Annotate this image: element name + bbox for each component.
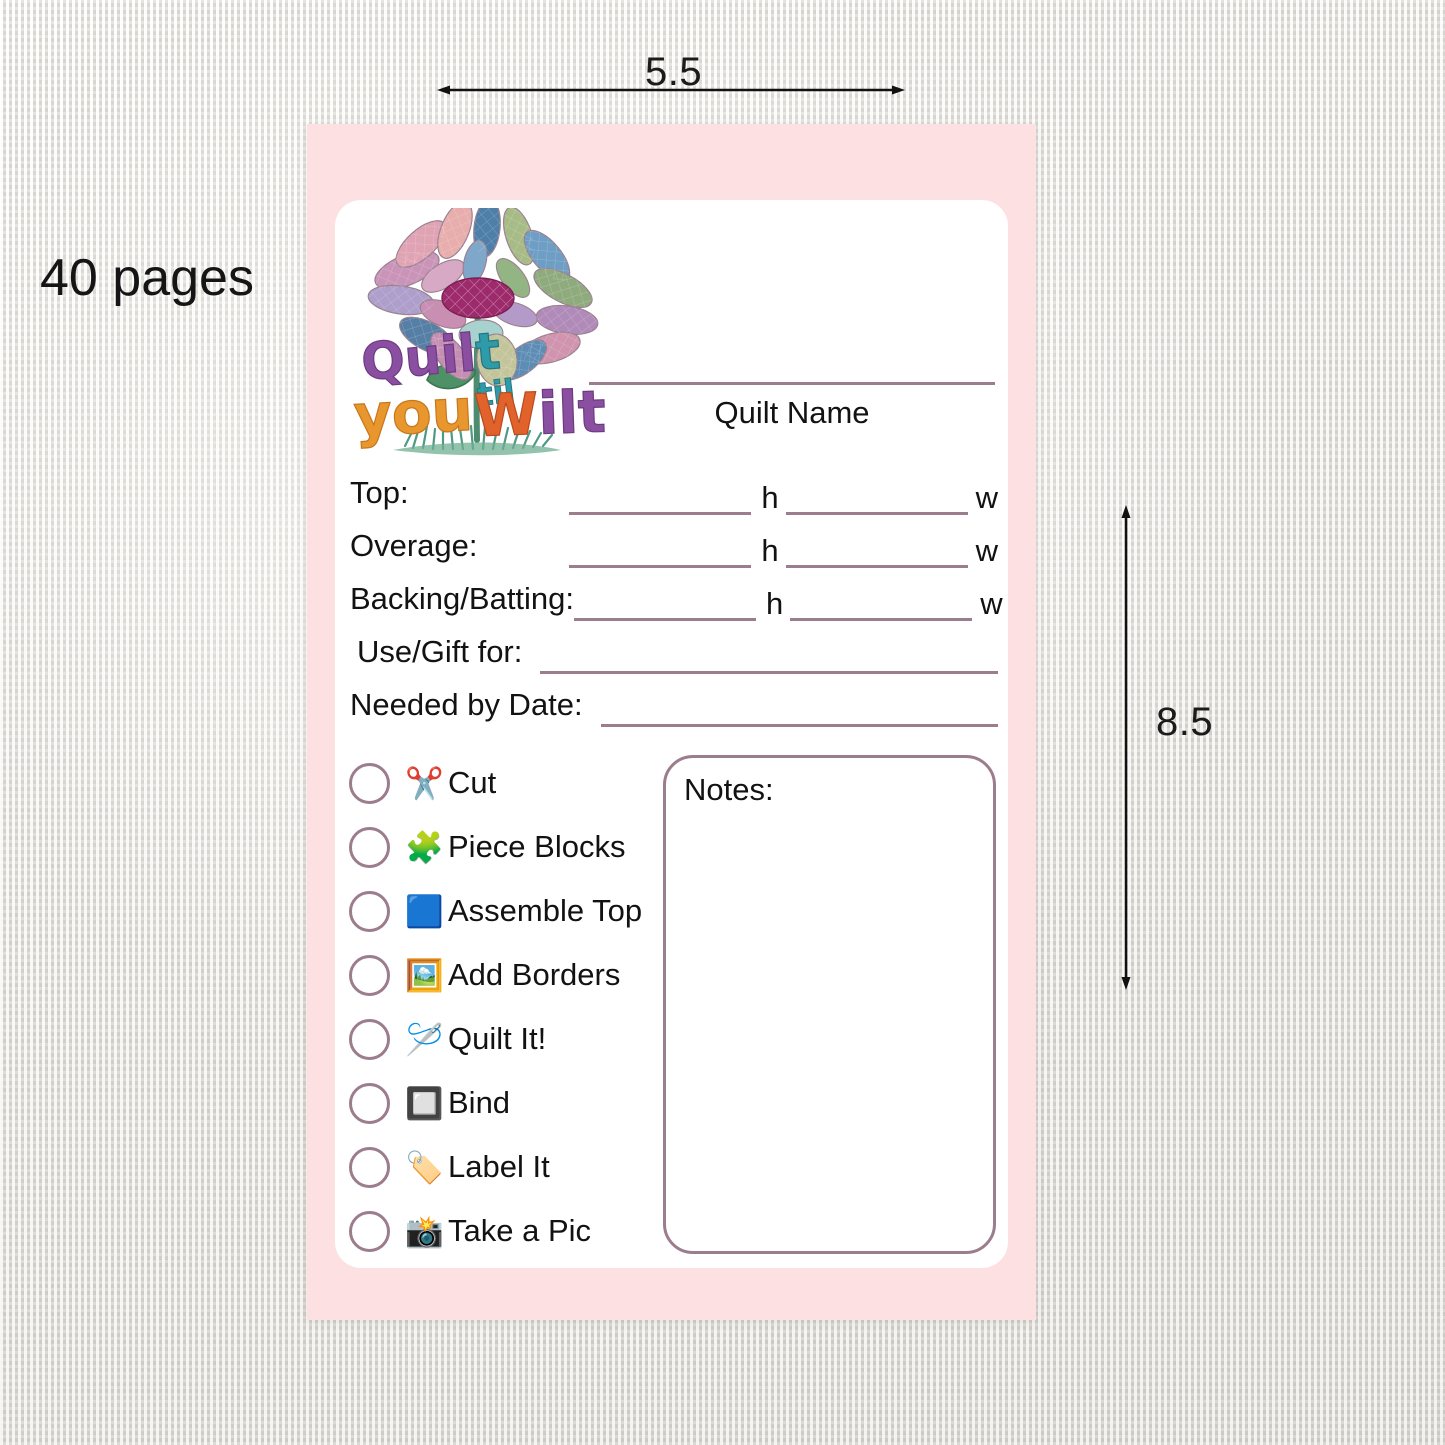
page-count-label: 40 pages	[40, 249, 254, 307]
card-header: Quilt til you Wilt Quilt Name	[335, 200, 1008, 470]
scissors-icon: ✂️	[405, 765, 444, 801]
quilt-planner-card: Quilt til you Wilt Quilt Name Top: h w O…	[307, 124, 1036, 1320]
measurements-form: Top: h w Overage: h w Backing/Batting: h…	[335, 462, 1008, 727]
checklist-item-add-borders[interactable]: 🖼️ Add Borders	[349, 943, 651, 1007]
checklist-label-add-borders: Add Borders	[448, 957, 621, 992]
checklist-item-quilt-it[interactable]: 🪡 Quilt It!	[349, 1007, 651, 1071]
checklist-item-bind[interactable]: 🔲 Bind	[349, 1071, 651, 1135]
sewing-needle-icon: 🪡	[405, 1021, 444, 1057]
form-row-backing-batting: Backing/Batting: h w	[350, 568, 1003, 621]
checklist-and-notes-section: ✂️ Cut 🧩 Piece Blocks 🟦 Assemble Top 🖼️	[335, 745, 1008, 1268]
checklist-item-cut[interactable]: ✂️ Cut	[349, 751, 651, 815]
top-width-unit: w	[975, 480, 998, 515]
checklist-label-take-a-pic: Take a Pic	[448, 1213, 592, 1248]
use-gift-for-input-line[interactable]	[540, 644, 998, 674]
top-hw-fields: h w	[409, 482, 998, 515]
checklist-item-piece-blocks[interactable]: 🧩 Piece Blocks	[349, 815, 651, 879]
quilt-til-you-wilt-logo: Quilt til you Wilt	[347, 208, 615, 470]
overage-width-unit: w	[975, 533, 998, 568]
overage-width-input-line[interactable]	[785, 538, 968, 568]
checkbox-piece-blocks[interactable]	[349, 826, 390, 868]
form-label-use-gift-for: Use/Gift for:	[357, 634, 523, 669]
form-label-top: Top:	[350, 475, 409, 510]
backing-width-unit: w	[980, 586, 1003, 621]
puzzle-piece-icon: 🧩	[405, 829, 444, 865]
quilt-name-field-group: Quilt Name	[589, 382, 995, 431]
top-width-input-line[interactable]	[785, 485, 968, 515]
notes-label: Notes:	[684, 772, 774, 807]
checklist-item-label-it[interactable]: 🏷️ Label It	[349, 1135, 651, 1199]
height-dimension-label: 8.5	[1156, 700, 1214, 744]
checkbox-take-a-pic[interactable]	[349, 1210, 390, 1252]
needed-by-date-input-line[interactable]	[600, 697, 998, 727]
checkbox-cut[interactable]	[349, 762, 390, 804]
camera-flash-icon: 📸	[405, 1213, 444, 1249]
form-row-needed-by-date: Needed by Date:	[350, 674, 998, 727]
blue-square-icon: 🟦	[405, 893, 444, 929]
checklist-item-take-a-pic[interactable]: 📸 Take a Pic	[349, 1199, 651, 1263]
checkbox-label-it[interactable]	[349, 1146, 390, 1188]
top-height-input-line[interactable]	[569, 485, 752, 515]
checklist-label-cut: Cut	[448, 765, 497, 800]
width-dimension-arrow	[437, 85, 905, 95]
checklist-item-assemble-top[interactable]: 🟦 Assemble Top	[349, 879, 651, 943]
quilt-progress-checklist: ✂️ Cut 🧩 Piece Blocks 🟦 Assemble Top 🖼️	[349, 745, 651, 1268]
backing-width-input-line[interactable]	[790, 591, 973, 621]
backing-height-unit: h	[766, 586, 784, 621]
framed-picture-icon: 🖼️	[405, 957, 444, 993]
checkbox-bind[interactable]	[349, 1082, 390, 1124]
form-row-top: Top: h w	[350, 462, 998, 515]
form-label-needed-by-date: Needed by Date:	[350, 687, 583, 722]
overage-height-unit: h	[761, 533, 779, 568]
card-inner-white-panel: Quilt til you Wilt Quilt Name Top: h w O…	[335, 200, 1008, 1268]
notes-box[interactable]: Notes:	[663, 755, 996, 1254]
label-tag-icon: 🏷️	[405, 1149, 444, 1185]
backing-hw-fields: h w	[574, 588, 1003, 621]
checkbox-quilt-it[interactable]	[349, 1018, 390, 1060]
quilt-name-label: Quilt Name	[714, 395, 870, 430]
checkbox-add-borders[interactable]	[349, 954, 390, 996]
form-label-overage: Overage:	[350, 528, 478, 563]
overage-height-input-line[interactable]	[569, 538, 752, 568]
checklist-label-label-it: Label It	[448, 1149, 550, 1184]
top-height-unit: h	[761, 480, 779, 515]
form-label-backing-batting: Backing/Batting:	[350, 581, 575, 616]
logo-word-wilt: Wilt	[473, 377, 607, 450]
backing-height-input-line[interactable]	[574, 591, 757, 621]
checklist-label-quilt-it: Quilt It!	[448, 1021, 547, 1056]
checklist-label-assemble-top: Assemble Top	[448, 893, 643, 928]
logo-word-you: you	[352, 376, 474, 450]
overage-hw-fields: h w	[478, 535, 998, 568]
black-square-button-icon: 🔲	[405, 1085, 444, 1121]
height-dimension-arrow	[1121, 505, 1131, 990]
checklist-label-piece-blocks: Piece Blocks	[448, 829, 626, 864]
quilt-name-input-line[interactable]	[589, 382, 995, 385]
checklist-label-bind: Bind	[448, 1085, 511, 1120]
form-row-overage: Overage: h w	[350, 515, 998, 568]
checkbox-assemble-top[interactable]	[349, 890, 390, 932]
form-row-use-gift-for: Use/Gift for:	[350, 621, 998, 674]
